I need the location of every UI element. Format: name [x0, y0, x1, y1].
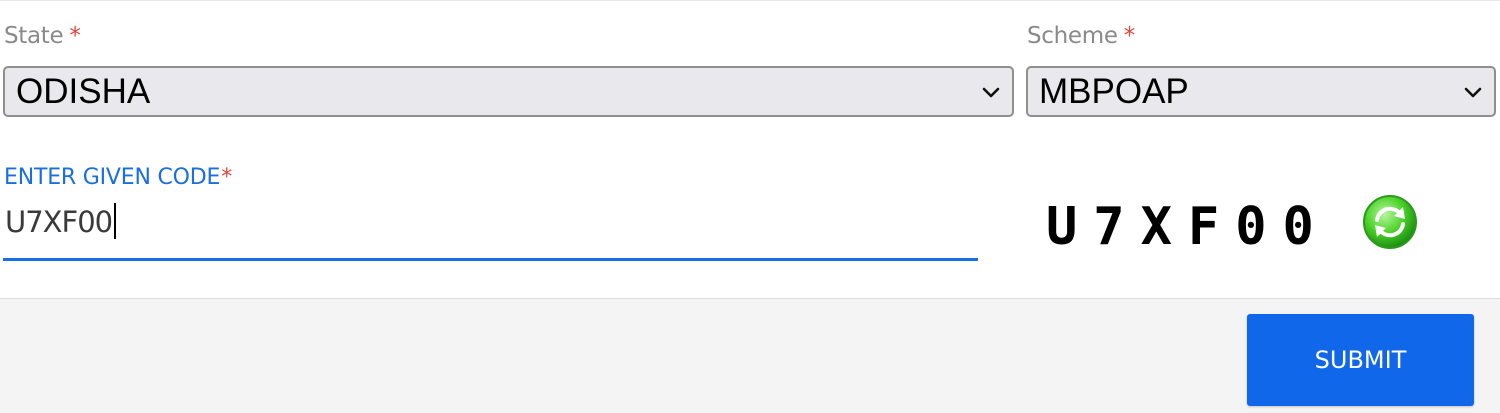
form-page: State * ODISHA Scheme * MBPOAP ENTER GIVEN… [0, 0, 1500, 413]
form-footer: SUBMIT [0, 298, 1500, 413]
text-caret [114, 203, 117, 239]
scheme-required-mark: * [1123, 23, 1136, 49]
state-required-mark: * [69, 23, 81, 49]
state-select-value: ODISHA [16, 71, 151, 111]
code-input-field[interactable]: U7XF00 [3, 197, 978, 261]
chevron-down-icon [982, 87, 1000, 97]
captcha-image: U7XF00 [1046, 197, 1330, 257]
code-required-mark: * [221, 165, 233, 190]
code-label: ENTER GIVEN CODE* [4, 165, 232, 190]
chevron-down-icon [1464, 87, 1482, 97]
scheme-select[interactable]: MBPOAP [1026, 66, 1496, 117]
state-label: State * [4, 23, 81, 49]
code-input-text: U7XF00 [5, 205, 113, 239]
scheme-select-value: MBPOAP [1039, 71, 1189, 111]
state-label-text: State [4, 23, 64, 49]
scheme-label: Scheme * [1027, 23, 1135, 49]
code-label-text: ENTER GIVEN CODE [4, 165, 221, 190]
scheme-label-text: Scheme [1027, 23, 1118, 49]
state-select[interactable]: ODISHA [3, 66, 1014, 117]
code-input-value: U7XF00 [5, 203, 117, 239]
refresh-icon[interactable] [1362, 194, 1418, 250]
submit-button[interactable]: SUBMIT [1247, 314, 1474, 406]
